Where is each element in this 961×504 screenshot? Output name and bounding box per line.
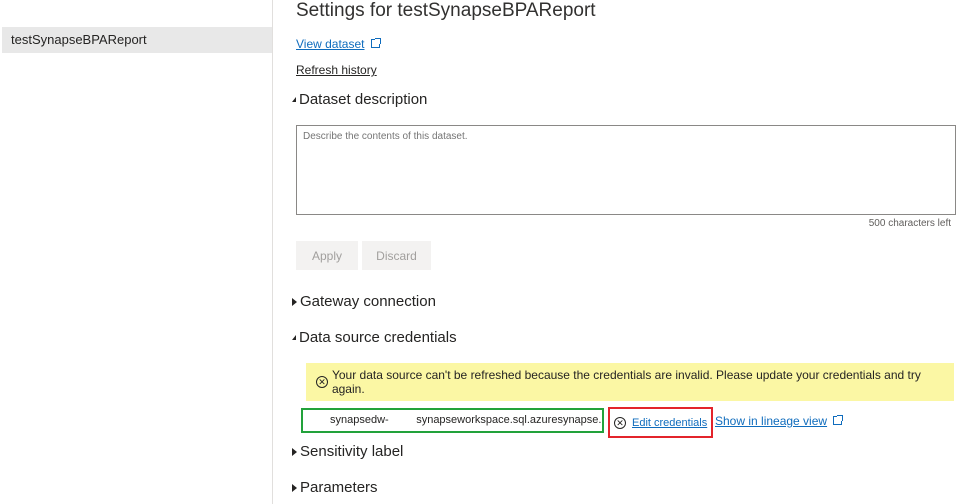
dataset-description-input[interactable] xyxy=(296,125,956,215)
section-dataset-description[interactable]: Dataset description xyxy=(292,91,427,108)
show-in-lineage-view-link[interactable]: Show in lineage view xyxy=(715,414,827,428)
section-label: Dataset description xyxy=(299,91,428,108)
page-title: Settings for testSynapseBPAReport xyxy=(296,0,596,21)
data-source-name: synapsedw- synapseworkspace.sql.azuresyn… xyxy=(301,408,604,433)
sidebar: testSynapseBPAReport xyxy=(0,0,273,504)
sidebar-item-testsynapsebpareport[interactable]: testSynapseBPAReport xyxy=(2,27,272,53)
caret-expanded-icon xyxy=(292,335,296,340)
settings-panel: Settings for testSynapseBPAReport View d… xyxy=(292,0,956,504)
caret-collapsed-icon xyxy=(292,447,297,456)
error-circle-icon: ✕ xyxy=(614,416,626,429)
open-external-icon[interactable] xyxy=(833,415,844,425)
section-data-source-credentials[interactable]: Data source credentials xyxy=(292,329,457,346)
error-circle-icon: ✕ xyxy=(316,376,328,388)
section-sensitivity-label[interactable]: Sensitivity label xyxy=(292,443,403,460)
edit-credentials-highlight: ✕ Edit credentials xyxy=(608,407,713,438)
warning-text: Your data source can't be refreshed beca… xyxy=(331,368,921,396)
data-source-row: synapsedw- synapseworkspace.sql.azuresyn… xyxy=(301,407,844,438)
caret-collapsed-icon xyxy=(292,483,297,492)
section-label: Sensitivity label xyxy=(300,443,404,460)
section-label: Data source credentials xyxy=(299,329,457,346)
discard-button[interactable]: Discard xyxy=(362,241,431,270)
apply-button[interactable]: Apply xyxy=(296,241,358,270)
section-gateway-connection[interactable]: Gateway connection xyxy=(292,293,436,310)
section-label: Gateway connection xyxy=(300,293,436,310)
view-dataset-link-wrap: View dataset xyxy=(296,35,381,53)
open-external-icon[interactable] xyxy=(370,38,381,48)
caret-expanded-icon xyxy=(292,97,296,102)
section-label: Parameters xyxy=(300,479,378,496)
refresh-history-link[interactable]: Refresh history xyxy=(296,63,377,77)
lineage-link-wrap: Show in lineage view xyxy=(715,414,844,428)
view-dataset-link[interactable]: View dataset xyxy=(296,37,365,51)
caret-collapsed-icon xyxy=(292,297,297,306)
edit-credentials-link[interactable]: Edit credentials xyxy=(632,417,707,429)
section-parameters[interactable]: Parameters xyxy=(292,479,378,496)
credentials-warning-banner: ✕ Your data source can't be refreshed be… xyxy=(306,363,954,401)
characters-left-count: 500 characters left xyxy=(868,218,951,229)
